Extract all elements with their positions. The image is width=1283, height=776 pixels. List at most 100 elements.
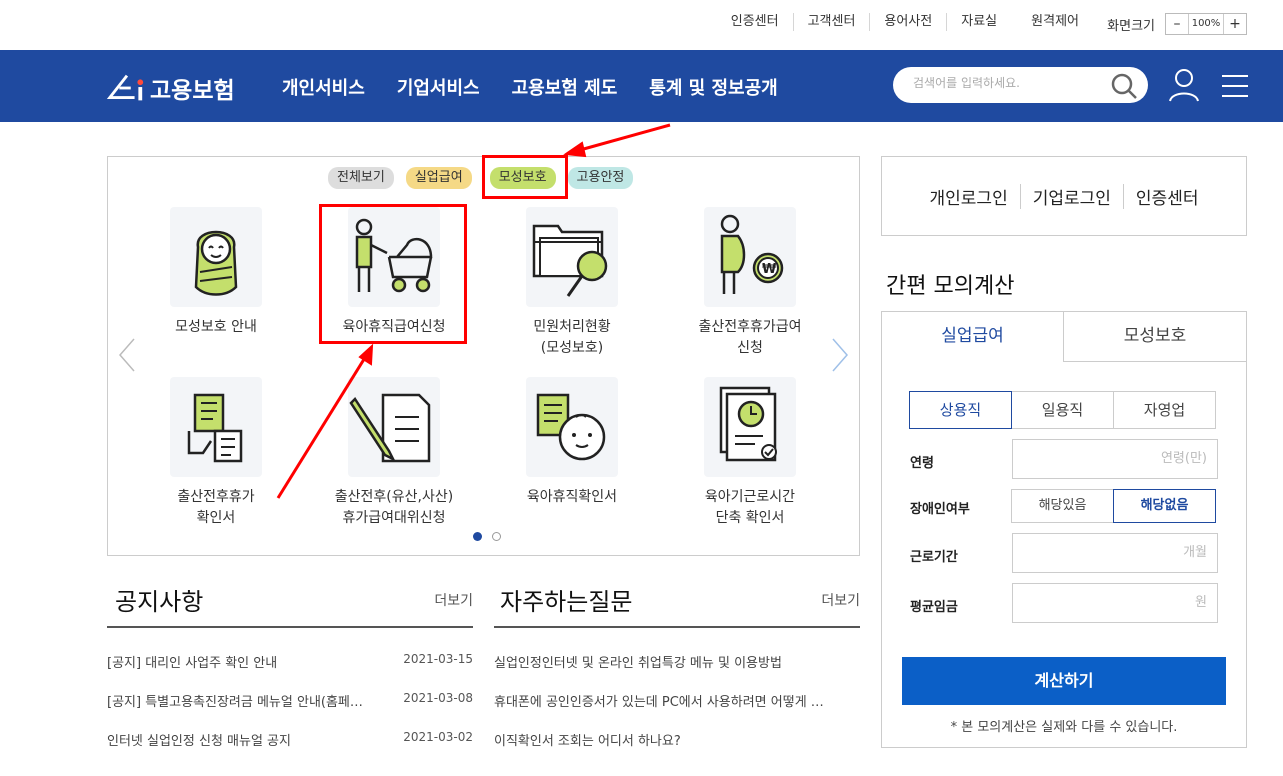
menu-business[interactable]: 기업서비스	[397, 74, 480, 100]
card-label: 육아휴직확인서	[526, 489, 618, 505]
age-input[interactable]: 연령(만)	[1012, 439, 1218, 479]
disability-no-button[interactable]: 해당없음	[1113, 489, 1216, 523]
carousel-next-icon[interactable]	[831, 337, 849, 373]
notice-item-text: [공지] 특별고용촉진장려금 메뉴얼 안내(홈페…	[107, 695, 363, 710]
main-menu: 개인서비스 기업서비스 고용보험 제도 통계 및 정보공개	[282, 74, 810, 100]
card-label: 민원처리현황 (모성보호)	[533, 319, 611, 356]
annotation-box-card	[319, 204, 467, 344]
calculator-panel: 실업급여 모성보호 상용직 일용직 자영업 연령 연령(만) 장애인여부 해당있…	[881, 311, 1247, 748]
logo-text: 고용보험	[150, 78, 235, 104]
faq-more-link[interactable]: 더보기	[821, 590, 860, 610]
disability-selector: 해당있음 해당없음	[1011, 489, 1216, 523]
card-parental-leave-confirm[interactable]: 육아휴직확인서	[512, 377, 632, 508]
type-self-employed-button[interactable]: 자영업	[1113, 391, 1216, 429]
disability-label: 장애인여부	[910, 502, 970, 517]
search-icon[interactable]	[1110, 72, 1138, 100]
zoom-in-button[interactable]: +	[1224, 14, 1246, 34]
svg-text:₩: ₩	[762, 262, 777, 277]
card-complaint-status[interactable]: 민원처리현황 (모성보호)	[512, 207, 632, 359]
service-panel: 전체보기 실업급여 모성보호 고용안정 모성보호 안내 육아휴직급여신청 민원처…	[107, 155, 860, 556]
calculator-tabs: 실업급여 모성보호	[882, 312, 1246, 362]
carousel-dot-1[interactable]	[473, 532, 482, 541]
notice-item[interactable]: 인터넷 실업인정 신청 매뉴얼 공지 2021-03-02	[107, 730, 473, 769]
notice-item[interactable]: [공지] 특별고용촉진장려금 메뉴얼 안내(홈페… 2021-03-08	[107, 691, 473, 730]
faq-item[interactable]: 실업인정인터넷 및 온라인 취업특강 메뉴 및 이용방법	[494, 652, 860, 691]
notice-more-link[interactable]: 더보기	[434, 590, 473, 610]
average-wage-input[interactable]: 원	[1012, 583, 1218, 623]
tab-unemployment-benefit[interactable]: 실업급여	[882, 312, 1064, 362]
work-period-input[interactable]: 개월	[1012, 533, 1218, 573]
util-link-library[interactable]: 자료실	[946, 13, 1011, 31]
document-pen-icon	[348, 377, 440, 477]
pregnant-woman-coin-icon: ₩	[704, 207, 796, 307]
user-icon[interactable]	[1168, 67, 1200, 103]
folder-search-icon	[526, 207, 618, 307]
util-link-customer[interactable]: 고객센터	[792, 13, 870, 31]
calculate-button[interactable]: 계산하기	[902, 657, 1226, 705]
notice-item-date: 2021-03-02	[403, 730, 473, 744]
type-daily-button[interactable]: 일용직	[1011, 391, 1114, 429]
faq-list: 실업인정인터넷 및 온라인 취업특강 메뉴 및 이용방법 휴대폰에 공인인증서가…	[494, 652, 860, 769]
card-subrogation-apply[interactable]: 출산전후(유산,사산) 휴가급여대위신청	[334, 377, 454, 529]
faq-item[interactable]: 휴대폰에 공인인증서가 있는데 PC에서 사용하려면 어떻게 …	[494, 691, 860, 730]
hamburger-menu-icon[interactable]	[1221, 74, 1249, 98]
age-label: 연령	[910, 456, 934, 471]
business-login-link[interactable]: 기업로그인	[1019, 183, 1123, 209]
main-navigation: 고용보험 개인서비스 기업서비스 고용보험 제도 통계 및 정보공개	[0, 50, 1283, 122]
calculator-title: 간편 모의계산	[886, 274, 1015, 299]
card-label: 출산전후(유산,사산) 휴가급여대위신청	[334, 489, 454, 526]
site-logo[interactable]: 고용보험	[106, 71, 235, 105]
search-input[interactable]	[913, 76, 1103, 90]
personal-login-link[interactable]: 개인로그인	[918, 184, 1020, 209]
average-wage-label: 평균임금	[910, 600, 958, 615]
faq-item[interactable]: 이직확인서 조회는 어디서 하나요?	[494, 730, 860, 769]
zoom-control: 화면크기 – 100% +	[1107, 13, 1247, 35]
logo-mark-icon	[106, 74, 144, 101]
carousel-prev-icon[interactable]	[118, 337, 136, 373]
card-maternity-leave-apply[interactable]: ₩ 출산전후휴가급여 신청	[690, 207, 810, 359]
menu-statistics[interactable]: 통계 및 정보공개	[649, 74, 777, 100]
utility-links: 인증센터 고객센터 용어사전 자료실 원격제어	[717, 13, 1093, 31]
tag-unemployment[interactable]: 실업급여	[405, 167, 472, 189]
carousel-dot-2[interactable]	[492, 532, 501, 541]
type-regular-button[interactable]: 상용직	[909, 391, 1012, 429]
zoom-value: 100%	[1188, 14, 1224, 34]
zoom-out-button[interactable]: –	[1166, 14, 1188, 34]
tag-all[interactable]: 전체보기	[328, 167, 394, 189]
cert-center-link[interactable]: 인증센터	[1122, 183, 1211, 209]
zoom-box: – 100% +	[1165, 13, 1247, 35]
faq-title: 자주하는질문	[500, 588, 633, 616]
tag-employment[interactable]: 고용안정	[567, 167, 634, 189]
menu-personal[interactable]: 개인서비스	[282, 74, 365, 100]
annotation-box-tag	[482, 155, 568, 199]
menu-insurance-system[interactable]: 고용보험 제도	[512, 74, 618, 100]
card-reduced-hours-confirm[interactable]: 육아기근로시간 단축 확인서	[690, 377, 810, 529]
tab-maternity-protection[interactable]: 모성보호	[1064, 312, 1246, 362]
zoom-label: 화면크기	[1107, 18, 1155, 34]
document-baby-icon	[526, 377, 618, 477]
document-clock-icon	[704, 377, 796, 477]
card-maternity-guide[interactable]: 모성보호 안내	[156, 207, 276, 338]
notice-item-text: 인터넷 실업인정 신청 매뉴얼 공지	[107, 734, 291, 749]
search-box	[893, 67, 1148, 103]
faq-divider	[494, 626, 860, 628]
notice-divider	[107, 626, 473, 628]
disability-yes-button[interactable]: 해당있음	[1011, 489, 1114, 523]
baby-icon	[170, 207, 262, 307]
employment-type-selector: 상용직 일용직 자영업	[909, 391, 1216, 429]
notice-item[interactable]: [공지] 대리인 사업주 확인 안내 2021-03-15	[107, 652, 473, 691]
utility-bar: 인증센터 고객센터 용어사전 자료실 원격제어 화면크기 – 100% +	[0, 0, 1283, 50]
card-label: 출산전후휴가급여 신청	[698, 319, 802, 356]
notice-board: 공지사항 더보기 [공지] 대리인 사업주 확인 안내 2021-03-15 [공…	[107, 582, 473, 749]
faq-board: 자주하는질문 더보기 실업인정인터넷 및 온라인 취업특강 메뉴 및 이용방법 …	[494, 582, 860, 749]
card-label: 출산전후휴가 확인서	[177, 489, 255, 526]
annotation-arrow-to-tag	[563, 123, 671, 158]
card-maternity-leave-confirm[interactable]: 출산전후휴가 확인서	[156, 377, 276, 529]
util-link-remote[interactable]: 원격제어	[1011, 13, 1093, 31]
util-link-cert[interactable]: 인증센터	[717, 13, 793, 31]
notice-item-text: [공지] 대리인 사업주 확인 안내	[107, 656, 278, 671]
notice-item-date: 2021-03-08	[403, 691, 473, 705]
notice-item-date: 2021-03-15	[403, 652, 473, 666]
util-link-glossary[interactable]: 용어사전	[869, 13, 946, 31]
hand-document-icon	[170, 377, 262, 477]
